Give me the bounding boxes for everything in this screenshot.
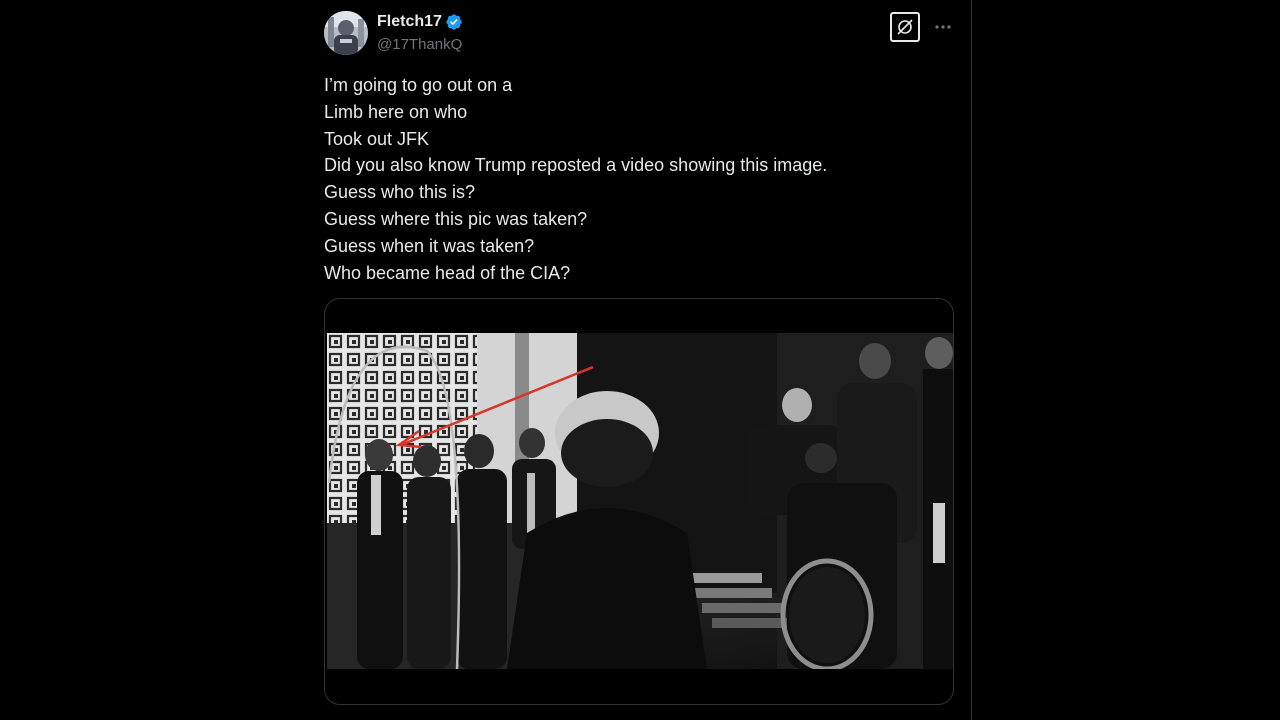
author-handle[interactable]: @17ThankQ [377,36,462,53]
post-text-line: Limb here on who [324,101,468,122]
author-name-row[interactable]: Fletch17 [377,13,463,31]
verified-badge-icon[interactable] [445,13,463,31]
photo-graphic [327,333,953,669]
timeline-page: Fletch17 @17ThankQ I’m going to go out o… [0,0,1280,720]
post-text-line: Guess where this pic was taken? [324,208,588,229]
more-options-button[interactable] [932,16,954,38]
more-dots-icon [935,25,951,29]
post-text-line: Did you also know Trump reposted a video… [324,155,828,176]
avatar[interactable] [324,11,368,55]
avatar-image [324,11,368,55]
grok-button[interactable] [890,12,920,42]
post-text-line: Guess when it was taken? [324,235,535,256]
post-photo[interactable] [327,333,953,669]
post-text-line: I’m going to go out on a [324,75,513,95]
post-text-line: Took out JFK [324,128,430,149]
post-text-line: Guess who this is? [324,182,476,203]
column-divider [971,0,972,720]
grok-icon [897,19,913,35]
author-display-name[interactable]: Fletch17 [377,13,442,31]
post-text-line: Who became head of the CIA? [324,262,571,283]
post-text: I’m going to go out on a Limb here on wh… [324,72,954,286]
media-card[interactable] [324,298,954,705]
